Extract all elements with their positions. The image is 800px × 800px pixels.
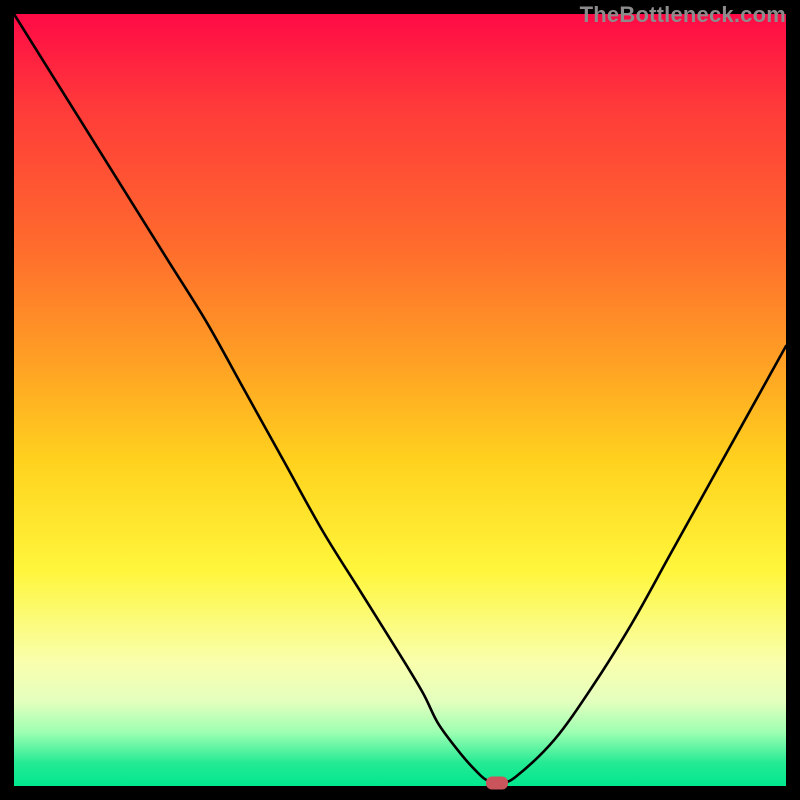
chart-frame: TheBottleneck.com [14,14,786,786]
bottleneck-curve [14,14,786,786]
watermark-text: TheBottleneck.com [580,2,786,28]
